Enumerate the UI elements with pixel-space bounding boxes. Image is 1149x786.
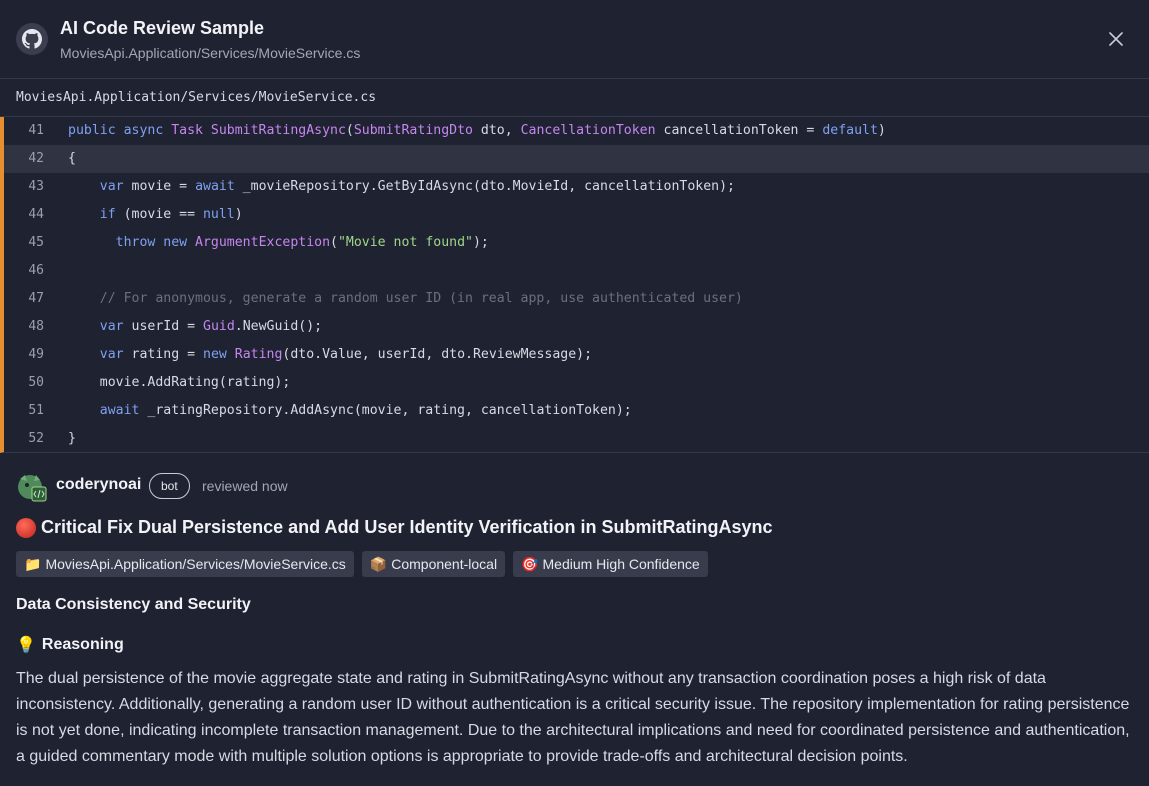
- issue-category: Data Consistency and Security: [16, 596, 251, 613]
- github-icon: [16, 23, 48, 55]
- lightbulb-icon: 💡: [16, 637, 36, 654]
- issue-title-text: Critical Fix Dual Persistence and Add Us…: [41, 517, 773, 537]
- modal-header: AI Code Review Sample MoviesApi.Applicat…: [0, 0, 1149, 79]
- line-number: 50: [28, 375, 44, 390]
- code-line: 41 public async Task SubmitRatingAsync(Su…: [4, 117, 1149, 145]
- author-name[interactable]: coderynoai: [56, 476, 141, 494]
- line-number: 43: [28, 179, 44, 194]
- code-line: 47 // For anonymous, generate a random u…: [4, 285, 1149, 313]
- close-icon: [1109, 32, 1123, 46]
- line-number: 45: [28, 235, 44, 250]
- package-icon: 📦: [369, 556, 388, 572]
- line-number: 48: [28, 319, 44, 334]
- file-path-bar: MoviesApi.Application/Services/MovieServ…: [0, 79, 1149, 117]
- line-number: 47: [28, 291, 44, 306]
- avatar: [16, 471, 48, 503]
- code-line: 52}: [4, 425, 1149, 453]
- line-number: 42: [28, 151, 44, 166]
- tag-scope: 📦 Component-local: [361, 551, 506, 577]
- line-number: 44: [28, 207, 44, 222]
- target-icon: 🎯: [521, 556, 539, 572]
- code-line: 50 movie.AddRating(rating);: [4, 369, 1149, 397]
- code-line: 45 throw new ArgumentException("Movie no…: [4, 229, 1149, 257]
- review-timestamp: reviewed now: [202, 478, 288, 494]
- tag-confidence: 🎯 Medium High Confidence: [513, 551, 708, 577]
- tag-file: 📁 MoviesApi.Application/Services/MovieSer…: [16, 551, 354, 577]
- coderyno-avatar-icon: [18, 475, 47, 502]
- code-snippet: 41 public async Task SubmitRatingAsync(Su…: [0, 117, 1149, 453]
- tag-list: 📁 MoviesApi.Application/Services/MovieSer…: [16, 551, 708, 577]
- code-line: 48 var userId = Guid.NewGuid();: [4, 313, 1149, 341]
- code-line: 44 if (movie == null): [4, 201, 1149, 229]
- line-number: 51: [28, 403, 44, 418]
- line-number: 41: [28, 123, 44, 138]
- folder-icon: 📁: [24, 556, 42, 572]
- modal-subtitle: MoviesApi.Application/Services/MovieServ…: [60, 45, 361, 61]
- modal-title: AI Code Review Sample: [60, 18, 265, 38]
- issue-title: Critical Fix Dual Persistence and Add Us…: [16, 517, 773, 538]
- line-number: 49: [28, 347, 44, 362]
- code-line: 46: [4, 257, 1149, 285]
- bot-badge: bot: [149, 473, 190, 499]
- code-line-highlighted: 42{: [4, 145, 1149, 173]
- code-line: 43 var movie = await _movieRepository.Ge…: [4, 173, 1149, 201]
- code-line: 49 var rating = new Rating(dto.Value, us…: [4, 341, 1149, 369]
- close-button[interactable]: [1104, 27, 1128, 51]
- reasoning-text: The dual persistence of the movie aggreg…: [16, 670, 1130, 765]
- line-number: 46: [28, 263, 44, 278]
- reasoning-heading: 💡 Reasoning: [16, 636, 124, 654]
- line-number: 52: [28, 431, 44, 446]
- red-circle-icon: [16, 517, 36, 538]
- code-line: 51 await _ratingRepository.AddAsync(movi…: [4, 397, 1149, 425]
